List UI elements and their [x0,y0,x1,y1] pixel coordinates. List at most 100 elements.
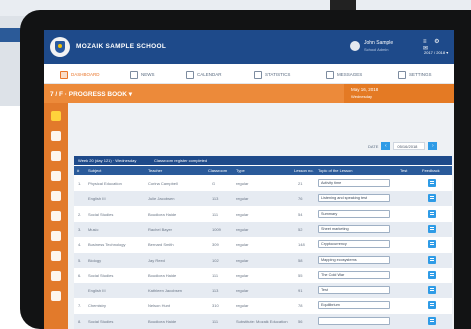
feedback-button[interactable] [428,301,436,310]
folder-icon[interactable] [51,231,61,241]
row-lesson-number: 54 [298,211,303,217]
table-row: 6. Social Studies Boudicea Haide 111 regular… [74,268,452,283]
row-type: regular [236,272,249,278]
user-icon[interactable] [51,271,61,281]
row-teacher: Julie Jacobsen [148,196,175,202]
topic-input[interactable]: Mapping ecosystems [318,255,390,264]
nav-news[interactable]: NEWS [130,69,155,80]
row-lesson-number: 56 [298,318,303,324]
week-row: Week 20 (day 121) · Wednesday Classroom … [74,156,452,165]
topic-input[interactable] [318,316,390,325]
nav-label: DASHBOARD [71,72,100,77]
feedback-button[interactable] [428,316,436,325]
feedback-button[interactable] [428,194,436,203]
nav-calendar[interactable]: CALENDAR [186,69,222,80]
row-subject: English III [88,196,106,202]
row-classroom: G [212,181,216,186]
row-lesson-number: 91 [298,288,303,294]
news-icon [130,70,138,79]
feedback-button[interactable] [428,270,436,279]
book-icon[interactable] [51,191,61,201]
statistics-icon [254,70,262,79]
topic-input[interactable]: Activity time [318,179,390,187]
save-icon[interactable] [51,251,61,261]
topic-input[interactable]: Equilibrium [318,301,390,310]
row-teacher: Bernard Smith [148,242,174,248]
row-subject: Social Studies [88,211,114,217]
top-bar: MOZAIK SAMPLE SCHOOL John Sample School … [44,30,454,64]
current-weekday: Wednesday [351,94,373,99]
table-row: 2. Social Studies Boudicea Haide 111 regular… [74,207,452,222]
feedback-button[interactable] [428,240,436,249]
topic-input[interactable]: Test [318,286,390,295]
feedback-button[interactable] [428,209,436,218]
table-row: 3. Music Rachel Bayer 1009 regular 52 Sheet ma… [74,221,452,237]
feedback-button[interactable] [428,255,436,264]
nav-settings[interactable]: SETTINGS [398,69,432,80]
school-year-select[interactable]: 2017 / 2018 ▾ [424,50,448,55]
row-teacher: Boudicea Haide [148,318,177,324]
progress-table: Week 20 (day 121) · Wednesday Classroom … [74,156,452,329]
row-type: regular [236,303,249,309]
row-teacher: Kathleen Jacobsen [148,288,183,294]
school-name: MOZAIK SAMPLE SCHOOL [76,43,167,50]
prev-date-button[interactable]: ‹ [381,142,391,150]
next-date-button[interactable]: › [428,142,438,150]
people-icon[interactable] [51,211,61,221]
nav-label: CALENDAR [197,72,222,77]
nav-dashboard[interactable]: DASHBOARD [60,69,100,80]
topic-input[interactable]: The Cold War [318,270,390,279]
topic-input[interactable]: Summary [318,209,390,218]
left-sidebar [44,103,68,329]
row-teacher: Boudicea Haide [148,211,177,217]
header-num: # [77,168,80,173]
row-lesson-number: 52 [298,226,303,232]
topic-input[interactable]: Listening and speaking test [318,194,390,203]
row-type: Substitute: Mozaik Education [236,318,288,324]
row-classroom: 113 [212,288,219,294]
table-row: 1. Physical Education Corina Campbell Gregu… [74,176,452,191]
feedback-button[interactable] [428,286,436,295]
row-teacher: Jay Reed [148,257,165,263]
document-icon[interactable] [51,151,61,161]
date-input[interactable]: 05/16/2018 [393,142,426,150]
nav-messages[interactable]: MESSAGES [326,69,362,80]
row-teacher: Rachel Bayer [148,226,173,232]
row-classroom: 113 [212,196,219,202]
pie-chart-icon[interactable] [51,171,61,181]
row-lesson-number: 78 [298,303,303,309]
nav-label: SETTINGS [409,72,432,77]
table-row: 5. Biology Jay Reed 102 regular 58 Mapping eco… [74,252,452,268]
table-row: 4. Business Technology Bernard Smith 309 reg… [74,237,452,252]
row-type: regular [236,257,249,263]
gear-icon[interactable] [51,291,61,301]
row-lesson-number: 55 [298,272,303,278]
current-date: May 16, 2018 [351,87,379,92]
bed-icon[interactable] [51,131,61,141]
topic-input[interactable]: Sheet marketing [318,224,390,233]
header-lesson: Lesson no. [294,168,314,173]
school-logo-icon[interactable] [50,37,70,57]
progress-book-icon[interactable] [51,111,61,121]
feedback-button[interactable] [428,179,436,187]
row-classroom: 309 [212,242,219,248]
class-selector[interactable]: 7 / F · PROGRESS BOOK ▾ [50,90,132,98]
app-screen: MOZAIK SAMPLE SCHOOL John Sample School … [44,30,454,329]
user-avatar[interactable] [350,41,360,51]
user-name[interactable]: John Sample [364,40,393,46]
header-subject: Subject [88,168,102,173]
row-type: regular [236,196,249,202]
row-number: 7. [78,303,82,309]
row-subject: Social Studies [88,272,114,278]
row-lesson-number: 21 [298,181,303,186]
row-number: 4. [78,242,82,248]
nav-label: MESSAGES [337,72,363,77]
row-subject: Social Studies [88,318,114,324]
row-subject: English III [88,288,106,294]
header-test: Test [400,168,408,173]
row-number: 6. [78,272,82,278]
topic-input[interactable]: Cryptocurrency [318,240,390,249]
background-chip [0,28,22,42]
feedback-button[interactable] [428,224,436,233]
nav-statistics[interactable]: STATISTICS [254,69,290,80]
